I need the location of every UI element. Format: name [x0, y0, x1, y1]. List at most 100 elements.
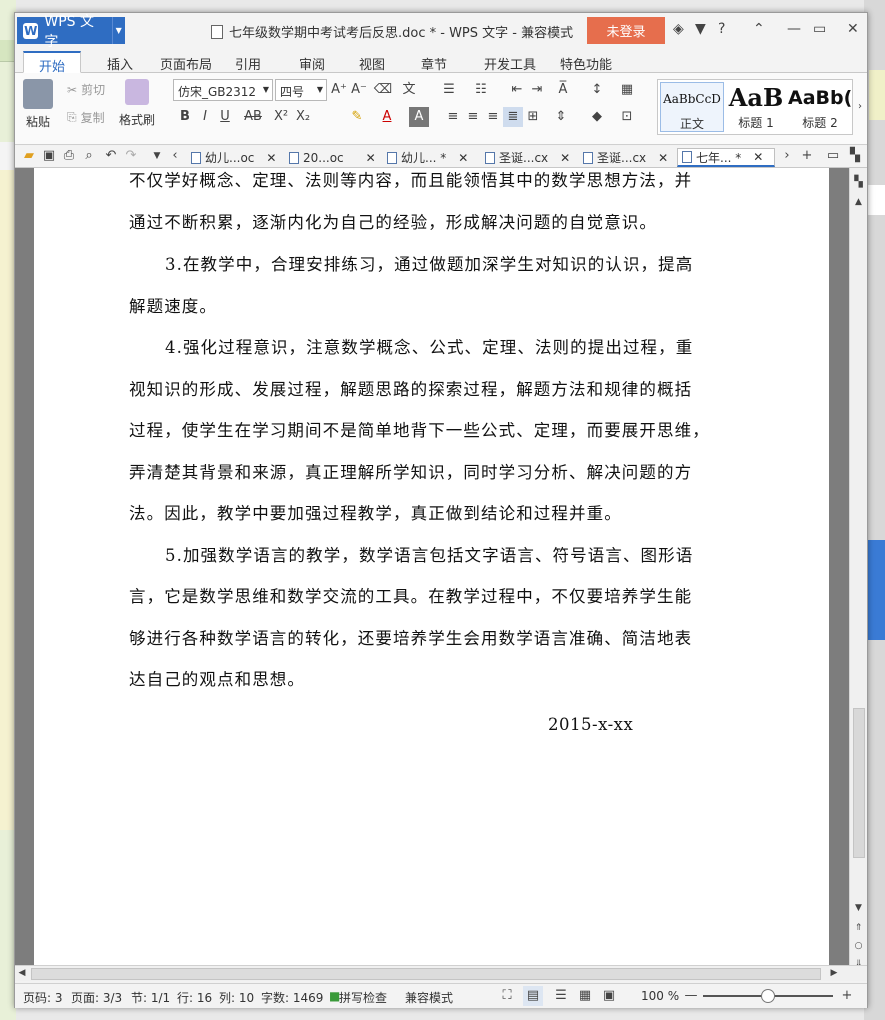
increase-indent-icon[interactable]: ⇥ [527, 80, 547, 100]
status-col[interactable]: 列: 10 [219, 989, 254, 1006]
scroll-icon[interactable]: ▚ [850, 172, 867, 192]
status-mode: 兼容模式 [405, 991, 454, 1005]
zoom-in-icon[interactable]: + [837, 986, 857, 1006]
distribute-icon[interactable]: ⊞ [523, 107, 543, 127]
char-shading-icon[interactable]: A [409, 107, 429, 127]
font-size-select[interactable]: 四号 ▼ [275, 79, 327, 101]
zoom-level[interactable]: 100 % [641, 989, 679, 1003]
scissors-icon: ✂ [67, 82, 78, 97]
grow-font-icon[interactable]: A⁺ [329, 80, 349, 100]
tab-home[interactable]: 开始 [23, 51, 81, 75]
horizontal-scrollbar[interactable]: ◀ ▶ [15, 965, 867, 981]
tab-references[interactable]: 引用 [225, 51, 271, 73]
status-row[interactable]: 行: 16 [177, 989, 212, 1006]
tab-developer[interactable]: 开发工具 [475, 51, 545, 73]
scrollbar-thumb[interactable] [31, 968, 821, 980]
justify-icon[interactable]: ≣ [503, 107, 523, 127]
reading-view-icon[interactable]: ▣ [599, 986, 619, 1006]
phonetic-icon[interactable]: 文 [399, 80, 419, 100]
full-screen-icon[interactable]: ⛶ [497, 986, 517, 1006]
text-direction-icon[interactable]: A̅ [553, 80, 573, 100]
zoom-slider-handle[interactable] [761, 989, 775, 1003]
bullets-icon[interactable]: ☰ [439, 80, 459, 100]
align-left-icon[interactable]: ≡ [443, 107, 463, 127]
paragraph-shading-icon[interactable]: ◆ [587, 107, 607, 127]
arrow-down-icon[interactable]: ▼ [850, 898, 867, 918]
undo-icon[interactable]: ↶ [101, 146, 121, 166]
tab-features[interactable]: 特色功能 [551, 51, 621, 73]
tab-menu-icon[interactable]: ▚ [845, 146, 865, 166]
strikethrough-icon[interactable]: AB [243, 107, 263, 127]
close-tab-icon[interactable]: ✕ [753, 150, 763, 164]
login-button[interactable]: 未登录 [587, 17, 665, 44]
spell-check-button[interactable]: 拼写检查 [339, 989, 387, 1006]
line-spacing-icon[interactable]: ⇕ [551, 107, 571, 127]
tab-page-layout[interactable]: 页面布局 [151, 51, 221, 73]
collapse-ribbon-icon[interactable]: ⌃ [753, 21, 765, 37]
status-pages[interactable]: 页面: 3/3 [71, 989, 122, 1006]
wps-window: W WPS 文字 ▼ 七年级数学期中考试考后反思.doc * - WPS 文字 … [14, 12, 868, 1008]
tab-list-icon[interactable]: ▭ [823, 146, 843, 166]
save-icon[interactable]: ▣ [39, 146, 59, 166]
align-right-icon[interactable]: ≡ [483, 107, 503, 127]
maximize-icon[interactable]: ▭ [813, 21, 826, 37]
web-view-icon[interactable]: ▦ [575, 986, 595, 1006]
text-line: 弄清楚其背景和来源，真正理解所学知识，同时学习分析、解决问题的方 [129, 463, 693, 482]
tab-insert[interactable]: 插入 [95, 51, 145, 73]
open-folder-icon[interactable]: ▰ [19, 146, 39, 166]
style-heading-1[interactable]: AaB 标题 1 [724, 82, 788, 132]
arrow-up-icon[interactable]: ▲ [850, 192, 867, 212]
style-normal[interactable]: AaBbCcD 正文 [660, 82, 724, 132]
print-icon[interactable]: ⎙ [59, 146, 79, 166]
tab-view[interactable]: 视图 [347, 51, 397, 73]
styles-gallery: AaBbCcD 正文 AaB 标题 1 AaBb( 标题 2 [657, 79, 853, 135]
outline-view-icon[interactable]: ☰ [551, 986, 571, 1006]
tab-review[interactable]: 审阅 [287, 51, 337, 73]
minimize-icon[interactable]: — [787, 21, 801, 37]
font-color-icon[interactable]: A [377, 107, 397, 127]
chevron-right-icon[interactable]: › [853, 97, 867, 117]
vertical-scrollbar[interactable]: ▚ ▲ ▼ ⇑ ○ ⇓ [849, 168, 867, 969]
cut-button[interactable]: ✂ 剪切 [67, 81, 105, 98]
borders-icon[interactable]: ⊡ [617, 107, 637, 127]
underline-icon[interactable]: U [215, 107, 235, 127]
shrink-font-icon[interactable]: A⁻ [349, 80, 369, 100]
status-section[interactable]: 节: 1/1 [131, 989, 170, 1006]
font-name-select[interactable]: 仿宋_GB2312 ▼ [173, 79, 273, 101]
zoom-out-icon[interactable]: — [681, 986, 701, 1006]
tab-chapter[interactable]: 章节 [409, 51, 459, 73]
scrollbar-thumb[interactable] [853, 708, 865, 858]
copy-button[interactable]: ⎘ 复制 [67, 109, 105, 126]
skin-icon[interactable]: ◈ [673, 21, 684, 37]
status-page-code[interactable]: 页码: 3 [23, 989, 63, 1006]
superscript-icon[interactable]: X² [271, 107, 291, 127]
select-browse-icon[interactable]: ○ [850, 936, 867, 956]
close-icon[interactable]: ✕ [847, 21, 859, 37]
align-center-icon[interactable]: ≡ [463, 107, 483, 127]
table-icon[interactable]: ▦ [617, 80, 637, 100]
highlight-icon[interactable]: ✎ [347, 107, 367, 127]
paste-button[interactable]: 粘贴 [23, 79, 53, 130]
print-preview-icon[interactable]: ⌕ [79, 146, 99, 166]
chevron-right-icon[interactable]: › [777, 146, 797, 166]
bold-icon[interactable]: B [175, 107, 195, 127]
document-page[interactable]: 不仅学好概念、定理、法则等内容，而且能领悟其中的数学思想方法，并 通过不断积累，… [34, 168, 829, 965]
prev-page-icon[interactable]: ⇑ [850, 918, 867, 938]
decrease-indent-icon[interactable]: ⇤ [507, 80, 527, 100]
wps-menu-button[interactable]: W WPS 文字 ▼ [17, 14, 125, 50]
help-icon[interactable]: ? [718, 21, 725, 37]
new-tab-icon[interactable]: + [797, 146, 817, 166]
status-words[interactable]: 字数: 1469 [261, 989, 323, 1006]
italic-icon[interactable]: I [195, 107, 215, 127]
arrow-left-icon[interactable]: ◀ [15, 963, 29, 983]
sort-icon[interactable]: ↕ [587, 80, 607, 100]
style-heading-2[interactable]: AaBb( 标题 2 [788, 82, 852, 132]
numbering-icon[interactable]: ☷ [471, 80, 491, 100]
shirt-icon[interactable]: ▼ [695, 21, 706, 37]
page-view-icon[interactable]: ▤ [523, 986, 543, 1006]
arrow-right-icon[interactable]: ▶ [827, 963, 841, 983]
subscript-icon[interactable]: X₂ [293, 107, 313, 127]
clear-format-icon[interactable]: ⌫ [373, 80, 393, 100]
chevron-down-icon[interactable]: ▼ [111, 17, 125, 44]
format-painter-button[interactable]: 格式刷 [119, 79, 155, 128]
